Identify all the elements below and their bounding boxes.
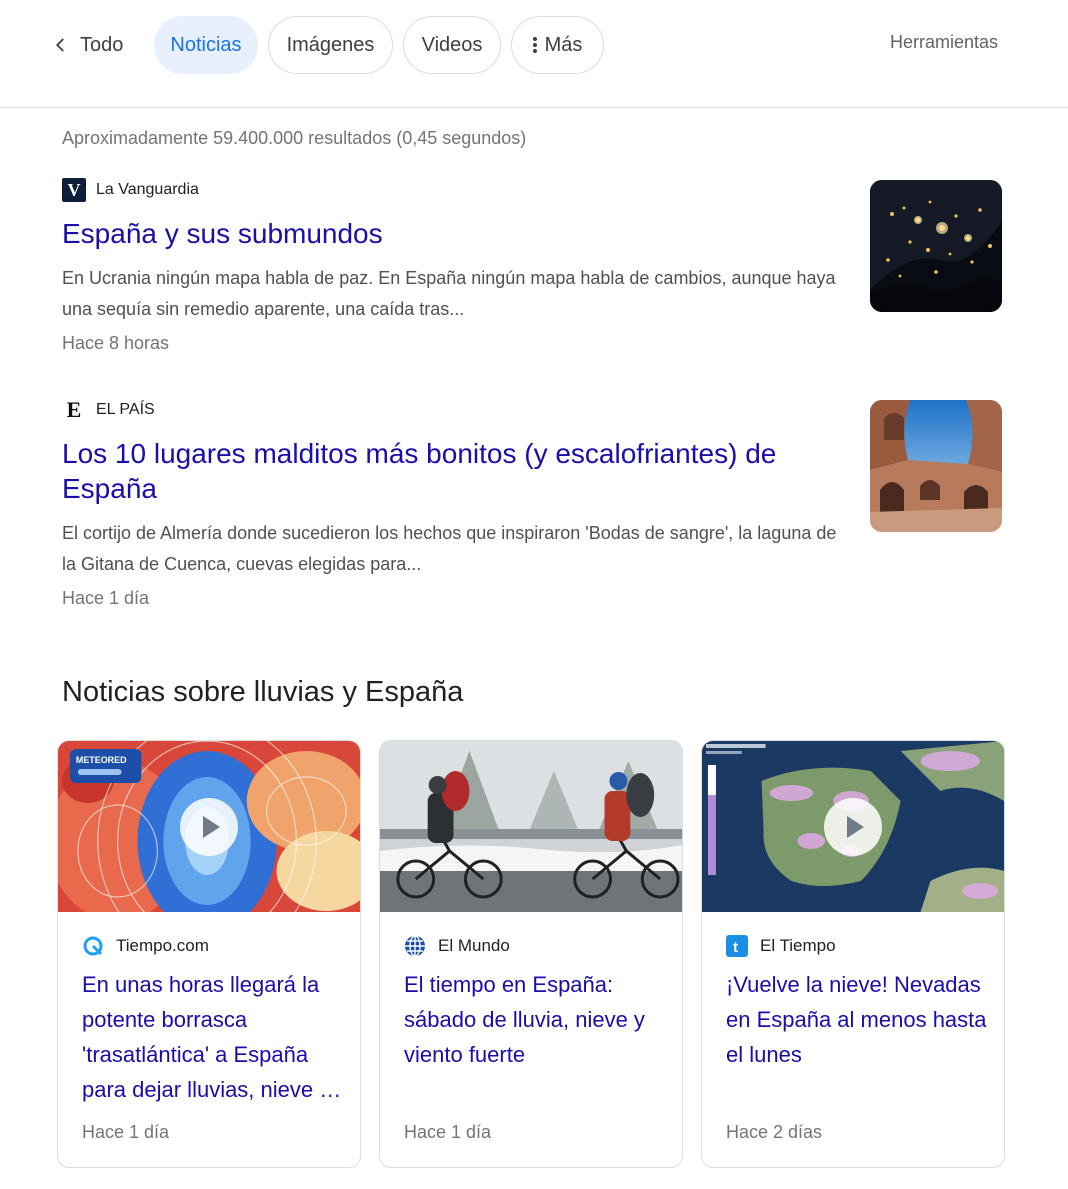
result-time: Hace 1 día — [62, 588, 150, 608]
story-source: Tiempo.com — [82, 935, 209, 957]
night-satellite-image — [870, 180, 1002, 312]
result-title-link[interactable]: Los 10 lugares malditos más bonitos (y e… — [62, 436, 832, 506]
el-pais-icon: E — [66, 397, 82, 422]
story-card[interactable]: t El Tiempo ¡Vuelve la nieve! Nevadas en… — [701, 740, 1005, 1168]
story-time: Hace 1 día — [82, 1122, 170, 1142]
story-title[interactable]: En unas horas llegará la potente borrasc… — [82, 967, 344, 1107]
tab-videos[interactable]: Videos — [403, 16, 501, 74]
globe-icon — [404, 935, 426, 957]
story-title[interactable]: El tiempo en España: sábado de lluvia, n… — [404, 967, 666, 1072]
story-source: El Mundo — [404, 935, 510, 957]
result-snippet: En Ucrania ningún mapa habla de paz. En … — [62, 268, 836, 319]
la-vanguardia-icon: V — [62, 178, 86, 202]
chevron-left-icon — [55, 38, 64, 52]
tiempo-com-icon — [82, 935, 104, 957]
source-name: EL PAÍS — [96, 401, 155, 418]
story-source-name: El Tiempo — [760, 936, 836, 955]
story-card[interactable]: METEORED Tiempo.com En unas horas llegar… — [57, 740, 361, 1168]
back-to-all-link[interactable]: Todo — [52, 28, 123, 62]
ruins-arches-image — [870, 400, 1002, 532]
news-result: V La Vanguardia España y sus submundos E… — [62, 178, 1002, 354]
story-image — [380, 741, 682, 912]
result-source[interactable]: E EL PAÍS — [62, 397, 1002, 422]
svg-text:t: t — [733, 939, 738, 956]
story-time: Hace 2 días — [726, 1122, 823, 1142]
result-thumbnail[interactable] — [870, 400, 1002, 532]
story-card[interactable]: El Mundo El tiempo en España: sábado de … — [379, 740, 683, 1168]
result-source[interactable]: V La Vanguardia — [62, 178, 1002, 202]
tab-news[interactable]: Noticias — [154, 16, 258, 74]
result-snippet: El cortijo de Almería donde sucedieron l… — [62, 523, 837, 574]
play-icon — [824, 797, 882, 856]
source-name: La Vanguardia — [96, 181, 199, 198]
news-result: E EL PAÍS Los 10 lugares malditos más bo… — [62, 397, 1002, 609]
story-source-name: Tiempo.com — [116, 936, 209, 955]
tools-button[interactable]: Herramientas — [890, 32, 998, 53]
result-stats: Aproximadamente 59.400.000 resultados (0… — [62, 128, 527, 148]
story-source: t El Tiempo — [726, 935, 836, 957]
result-thumbnail[interactable] — [870, 180, 1002, 312]
meteored-logo-text: METEORED — [76, 755, 127, 765]
el-tiempo-icon: t — [726, 935, 748, 957]
tab-images[interactable]: Imágenes — [268, 16, 393, 74]
tab-more[interactable]: Más — [511, 16, 604, 74]
story-title[interactable]: ¡Vuelve la nieve! Nevadas en España al m… — [726, 967, 988, 1072]
cyclists-snow-image — [380, 741, 682, 912]
search-filter-bar: Todo Noticias Imágenes Videos Más Herram… — [0, 0, 1068, 108]
story-image — [702, 741, 1004, 912]
story-time: Hace 1 día — [404, 1122, 492, 1142]
result-time: Hace 8 horas — [62, 333, 170, 353]
story-image: METEORED — [58, 741, 360, 912]
tab-more-label: Más — [544, 33, 583, 56]
top-stories-heading: Noticias sobre lluvias y España — [62, 676, 464, 708]
more-vert-icon — [532, 35, 537, 55]
story-source-name: El Mundo — [438, 936, 510, 955]
back-label: Todo — [80, 33, 124, 56]
result-title-link[interactable]: España y sus submundos — [62, 216, 832, 251]
play-icon — [180, 797, 238, 856]
